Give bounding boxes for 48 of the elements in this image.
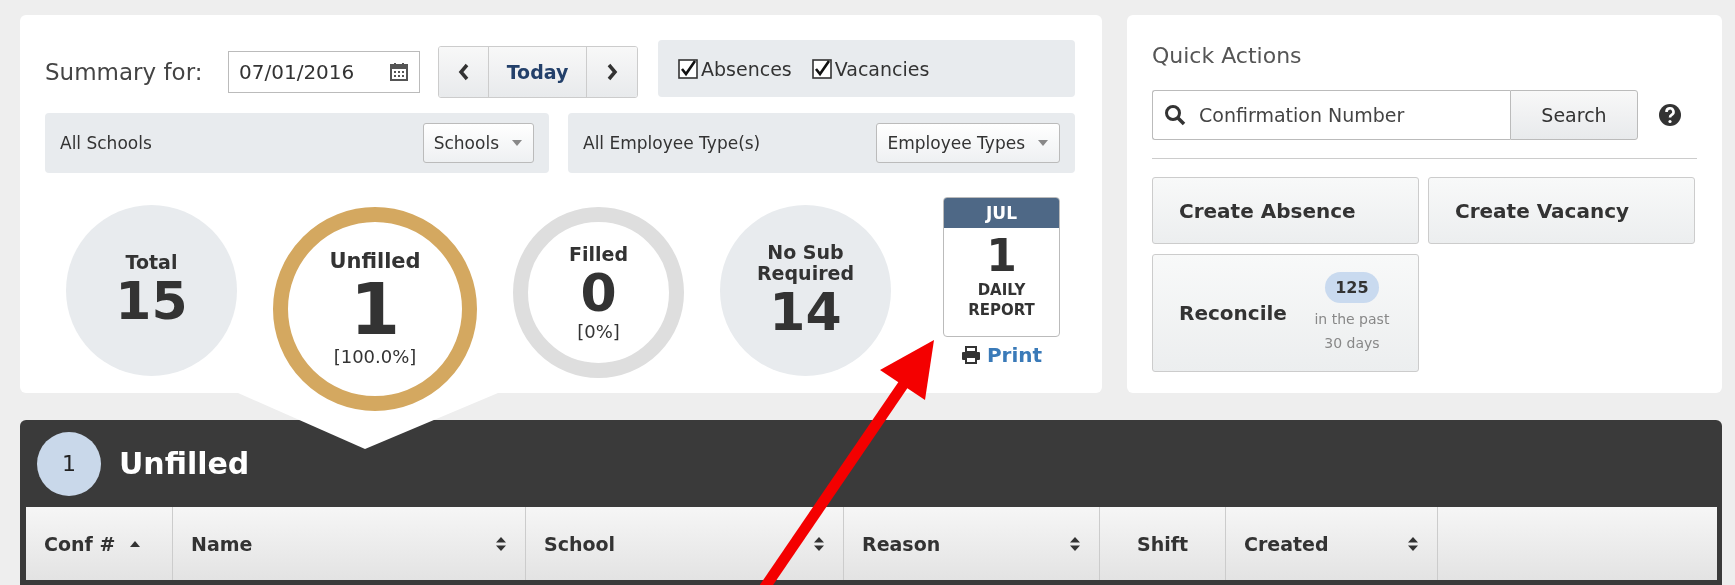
sort-icon	[813, 535, 825, 552]
summary-label: Summary for:	[45, 59, 204, 85]
dropdown-button[interactable]: Schools	[422, 123, 534, 163]
count-badge: 1	[37, 431, 101, 496]
daily-report-button[interactable]: JUL 1 DAILY REPORT	[943, 197, 1060, 337]
action-button[interactable]: Create Vacancy	[1428, 177, 1695, 244]
search-icon	[1164, 104, 1186, 126]
sort-ascending-icon	[129, 539, 142, 548]
action-button[interactable]: Create Absence	[1152, 177, 1419, 244]
calendar-icon	[389, 62, 409, 82]
print-link[interactable]: Print	[960, 343, 1043, 367]
column-header[interactable]: School	[526, 507, 844, 580]
today-button[interactable]: Today	[489, 47, 587, 97]
date-field[interactable]: 07/01/2016	[228, 51, 420, 93]
column-header[interactable]: Reason	[844, 507, 1100, 580]
column-header[interactable]: Shift	[1100, 507, 1226, 580]
column-header[interactable]: Conf #	[26, 507, 173, 580]
quick-actions-title: Quick Actions	[1152, 43, 1303, 68]
reconcile-note: in the past 30 days	[1313, 309, 1391, 353]
caret-icon	[1037, 139, 1049, 147]
filter-value: All Employee Type(s)	[583, 133, 761, 153]
reconcile-button[interactable]: Reconcile 125 in the past 30 days	[1152, 254, 1419, 372]
reconcile-label: Reconcile	[1179, 301, 1287, 325]
count-badge: 125	[1325, 271, 1379, 303]
chevron-right-icon	[606, 63, 618, 81]
sort-icon	[1069, 535, 1081, 552]
column-header[interactable]: Created	[1226, 507, 1438, 580]
panel-title: Unfilled	[119, 446, 250, 481]
dropdown-button[interactable]: Employee Types	[876, 123, 1060, 163]
previous-day-button[interactable]	[439, 47, 489, 97]
printer-icon	[960, 346, 981, 364]
checkbox-option[interactable]: Absences	[678, 57, 792, 80]
help-icon[interactable]	[1658, 103, 1682, 127]
column-header[interactable]: Name	[173, 507, 526, 580]
search-button[interactable]: Search	[1510, 90, 1638, 140]
search-field[interactable]: Confirmation Number	[1152, 90, 1510, 140]
caret-icon	[511, 139, 523, 147]
stat-circle[interactable]: No Sub Required 14	[720, 205, 891, 376]
next-day-button[interactable]	[587, 47, 637, 97]
stat-circle[interactable]: Total 15	[66, 205, 237, 376]
sort-icon	[1407, 535, 1419, 552]
checkbox[interactable]	[678, 58, 698, 79]
chevron-left-icon	[457, 63, 470, 81]
checkbox[interactable]	[811, 58, 832, 79]
sort-icon	[495, 535, 507, 552]
filter-value: All Schools	[60, 133, 152, 153]
stat-ring[interactable]: Filled 0 [0%]	[513, 207, 684, 378]
checkbox-option[interactable]: Vacancies	[811, 57, 930, 80]
